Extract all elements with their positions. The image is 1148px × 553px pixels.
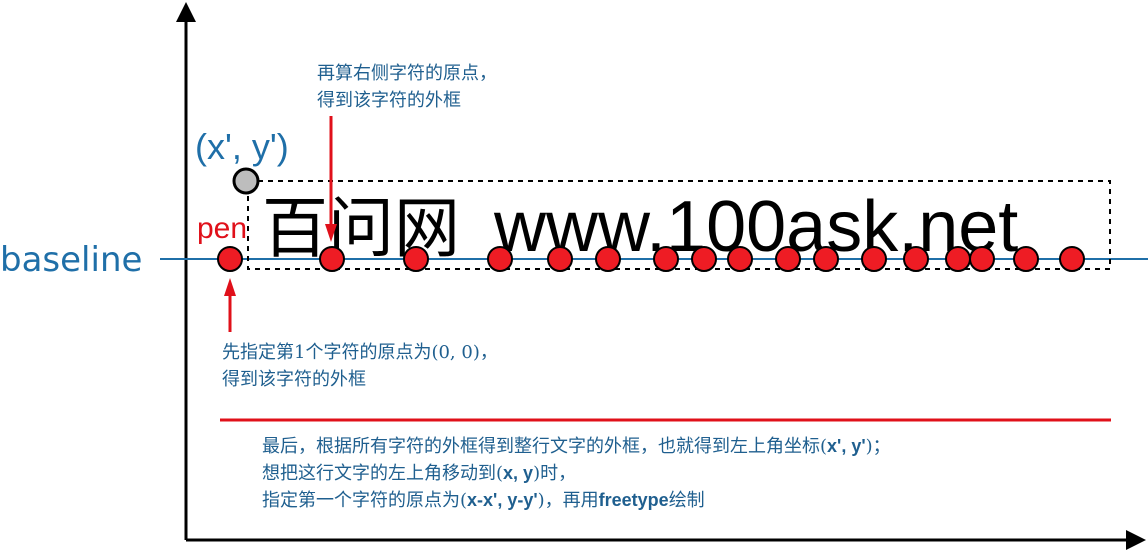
note-bottom-line1: 最后，根据所有字符的外框得到整行文字的外框，也就得到左上角坐标(x', y')； (262, 436, 891, 457)
note-bottom: 最后，根据所有字符的外框得到整行文字的外框，也就得到左上角坐标(x', y')；… (262, 436, 891, 511)
note-bottom-line2: 想把这行文字的左上角移动到(x, y)时， (262, 463, 576, 484)
origin-dot (487, 246, 513, 272)
origin-dot (653, 246, 679, 272)
origin-dot (547, 246, 573, 272)
coord-label: (x', y') (195, 126, 289, 167)
left-arrowhead (224, 278, 236, 296)
origin-dot (945, 246, 971, 272)
origin-dot (969, 246, 995, 272)
x-axis-arrowhead (1126, 530, 1146, 550)
note-top: 再算右侧字符的原点， 得到该字符的外框 (317, 63, 497, 111)
origin-dot (595, 246, 621, 272)
top-left-point (232, 167, 260, 195)
note-left-line2: 得到该字符的外框 (222, 369, 366, 390)
note-top-line2: 得到该字符的外框 (317, 90, 461, 111)
origin-dot (319, 246, 345, 272)
origin-dot (217, 246, 243, 272)
note-bottom-line3: 指定第一个字符的原点为(x-x', y-y')，再用freetype绘制 (262, 490, 705, 511)
origin-dot (1059, 246, 1085, 272)
main-text-chinese: 百问网 (262, 190, 460, 267)
baseline-label: baseline (0, 240, 142, 280)
note-top-line1: 再算右侧字符的原点， (317, 63, 497, 84)
origin-dot (861, 246, 887, 272)
y-axis-arrowhead (176, 2, 196, 22)
origin-dot (403, 246, 429, 272)
pen-label: pen (197, 212, 247, 245)
note-left-line1: 先指定第1个字符的原点为(0, 0)， (222, 342, 498, 363)
origin-dot (691, 246, 717, 272)
origin-dot (903, 246, 929, 272)
origin-dot (727, 246, 753, 272)
typography-diagram: baseline 百问网 www.100ask.net pen (x', y')… (0, 2, 1148, 550)
origin-dot (775, 246, 801, 272)
note-left: 先指定第1个字符的原点为(0, 0)， 得到该字符的外框 (222, 342, 498, 390)
origin-dot (1013, 246, 1039, 272)
origin-dot (813, 246, 839, 272)
